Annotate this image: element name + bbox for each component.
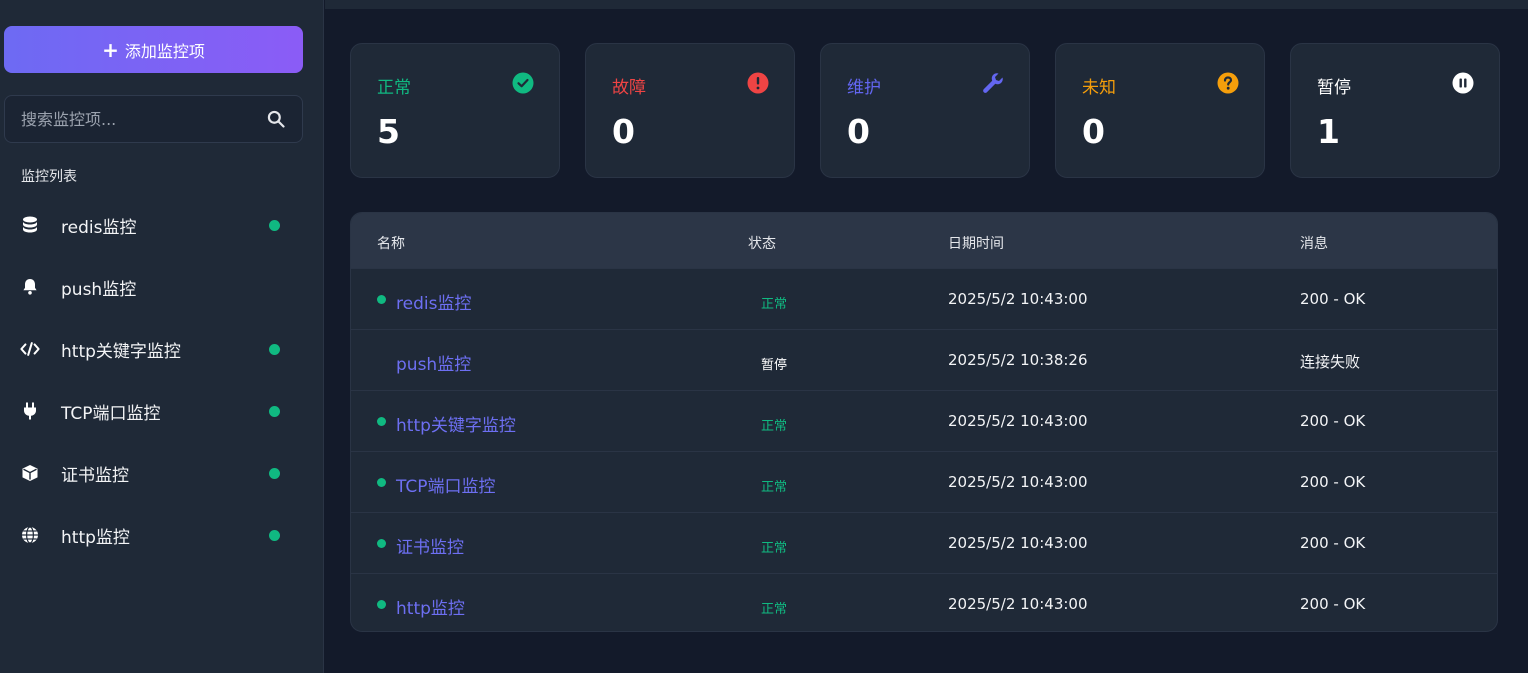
plus-icon: + xyxy=(102,37,119,62)
sidebar-item-label: 证书监控 xyxy=(61,465,129,486)
datetime-text: 2025/5/2 10:43:00 xyxy=(948,534,1088,552)
datetime-text: 2025/5/2 10:43:00 xyxy=(948,412,1088,430)
message-text: 200 - OK xyxy=(1300,595,1366,613)
status-dot xyxy=(269,405,280,417)
header-name: 名称 xyxy=(377,236,405,252)
main-content: 正常 5 故障 0 维护 0 未知 0 暂停 1 名称 状态 日期时间 消息 r… xyxy=(325,0,1528,673)
header-message: 消息 xyxy=(1300,236,1328,252)
card-maintenance: 维护 0 xyxy=(820,43,1030,178)
status-text: 正常 xyxy=(761,419,788,434)
card-label: 维护 xyxy=(847,78,881,98)
status-dot xyxy=(377,295,386,304)
table-row[interactable]: redis监控 正常 2025/5/2 10:43:00 200 - OK xyxy=(351,268,1497,329)
card-down: 故障 0 xyxy=(585,43,795,178)
cube-icon xyxy=(20,463,40,483)
message-text: 连接失败 xyxy=(1300,353,1361,371)
sidebar-item-label: TCP端口监控 xyxy=(61,403,161,424)
card-value: 5 xyxy=(377,112,400,151)
sidebar-item-http[interactable]: http监控 xyxy=(0,504,324,566)
status-text: 正常 xyxy=(761,541,788,556)
status-dot xyxy=(377,417,386,426)
sidebar-item-label: http关键字监控 xyxy=(61,341,181,362)
app-root: + 添加监控项 监控列表 redis监控 pus xyxy=(0,0,1528,673)
card-label: 暂停 xyxy=(1317,78,1351,98)
monitor-name-link[interactable]: 证书监控 xyxy=(396,533,464,558)
status-dot xyxy=(269,529,280,541)
sidebar-item-push[interactable]: push监控 xyxy=(0,256,324,318)
table-header: 名称 状态 日期时间 消息 xyxy=(351,213,1497,268)
datetime-text: 2025/5/2 10:43:00 xyxy=(948,290,1088,308)
wrench-icon xyxy=(983,73,1003,93)
monitor-list-title: 监控列表 xyxy=(21,169,77,185)
sidebar-item-tcp[interactable]: TCP端口监控 xyxy=(0,380,324,442)
sidebar-item-cert[interactable]: 证书监控 xyxy=(0,442,324,504)
message-text: 200 - OK xyxy=(1300,473,1366,491)
monitor-name-link[interactable]: redis监控 xyxy=(396,289,471,314)
status-text: 正常 xyxy=(761,602,788,617)
table-row[interactable]: 证书监控 正常 2025/5/2 10:43:00 200 - OK xyxy=(351,512,1497,573)
status-dot xyxy=(269,219,280,231)
search-icon[interactable] xyxy=(266,109,286,129)
monitor-name-link[interactable]: http监控 xyxy=(396,594,465,619)
status-text: 正常 xyxy=(761,297,788,312)
status-text: 暂停 xyxy=(761,358,788,373)
question-circle-icon xyxy=(1217,72,1239,94)
message-text: 200 - OK xyxy=(1300,290,1366,308)
card-unknown: 未知 0 xyxy=(1055,43,1265,178)
header-status: 状态 xyxy=(748,236,776,252)
sidebar: + 添加监控项 监控列表 redis监控 pus xyxy=(0,0,324,673)
globe-icon xyxy=(20,525,40,545)
header-datetime: 日期时间 xyxy=(948,236,1004,252)
check-circle-icon xyxy=(512,72,534,94)
bell-icon xyxy=(20,277,40,297)
card-paused: 暂停 1 xyxy=(1290,43,1500,178)
sidebar-item-http-keyword[interactable]: http关键字监控 xyxy=(0,318,324,380)
pause-circle-icon xyxy=(1452,72,1474,94)
search-input[interactable] xyxy=(21,109,266,129)
card-value: 0 xyxy=(847,112,870,151)
sidebar-item-redis[interactable]: redis监控 xyxy=(0,194,324,256)
top-bar xyxy=(325,0,1528,9)
sidebar-item-label: redis监控 xyxy=(61,217,137,238)
card-up: 正常 5 xyxy=(350,43,560,178)
card-value: 0 xyxy=(612,112,635,151)
add-monitor-label: 添加监控项 xyxy=(124,41,205,61)
status-text: 正常 xyxy=(761,480,788,495)
alert-circle-icon xyxy=(747,72,769,94)
message-text: 200 - OK xyxy=(1300,534,1366,552)
table-row[interactable]: push监控 暂停 2025/5/2 10:38:26 连接失败 xyxy=(351,329,1497,390)
monitor-list: redis监控 push监控 http关键字监控 TCP端口监控 证书监控 ht… xyxy=(0,194,324,566)
code-icon xyxy=(20,339,40,359)
table-row[interactable]: http监控 正常 2025/5/2 10:43:00 200 - OK xyxy=(351,573,1497,631)
monitor-table: 名称 状态 日期时间 消息 redis监控 正常 2025/5/2 10:43:… xyxy=(350,212,1498,632)
message-text: 200 - OK xyxy=(1300,412,1366,430)
datetime-text: 2025/5/2 10:38:26 xyxy=(948,351,1088,369)
status-dot xyxy=(377,539,386,548)
monitor-name-link[interactable]: push监控 xyxy=(396,350,471,375)
status-dot xyxy=(269,467,280,479)
card-label: 正常 xyxy=(377,78,411,98)
status-dot xyxy=(377,600,386,609)
status-dot xyxy=(377,478,386,487)
search-box xyxy=(4,95,303,143)
monitor-name-link[interactable]: http关键字监控 xyxy=(396,411,516,436)
plug-icon xyxy=(20,401,40,421)
add-monitor-button[interactable]: + 添加监控项 xyxy=(4,26,303,73)
card-label: 未知 xyxy=(1082,78,1116,98)
table-row[interactable]: http关键字监控 正常 2025/5/2 10:43:00 200 - OK xyxy=(351,390,1497,451)
card-value: 0 xyxy=(1082,112,1105,151)
database-icon xyxy=(20,215,40,235)
sidebar-item-label: http监控 xyxy=(61,527,130,548)
table-row[interactable]: TCP端口监控 正常 2025/5/2 10:43:00 200 - OK xyxy=(351,451,1497,512)
sidebar-item-label: push监控 xyxy=(61,279,137,300)
card-value: 1 xyxy=(1317,112,1340,151)
monitor-name-link[interactable]: TCP端口监控 xyxy=(396,472,496,497)
datetime-text: 2025/5/2 10:43:00 xyxy=(948,595,1088,613)
status-dot xyxy=(269,343,280,355)
card-label: 故障 xyxy=(612,78,646,98)
datetime-text: 2025/5/2 10:43:00 xyxy=(948,473,1088,491)
